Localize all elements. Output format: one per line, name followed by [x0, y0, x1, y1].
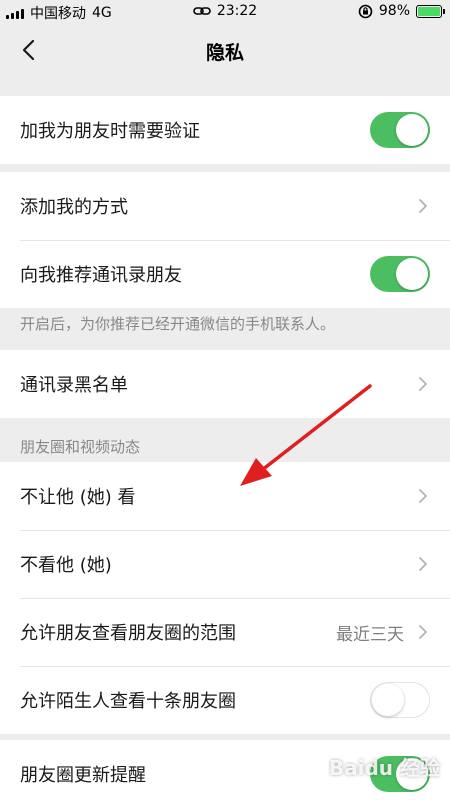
moments-range-row[interactable]: 允许朋友查看朋友圈的范围 最近三天	[0, 598, 450, 666]
blacklist-label: 通讯录黑名单	[20, 375, 128, 396]
clock: 23:22	[216, 3, 258, 19]
verify-label: 加我为朋友时需要验证	[20, 121, 200, 142]
blacklist-group: 通讯录黑名单	[0, 350, 450, 418]
chevron-right-icon	[419, 557, 427, 571]
page-title: 隐私	[205, 42, 244, 64]
recommend-row: 向我推荐通讯录朋友	[0, 240, 450, 308]
stranger-moments-label: 允许陌生人查看十条朋友圈	[20, 691, 236, 712]
rotation-lock-icon	[358, 4, 373, 18]
add-methods-row[interactable]: 添加我的方式	[0, 172, 450, 240]
update-reminder-label: 朋友圈更新提醒	[20, 765, 146, 786]
add-methods-label: 添加我的方式	[20, 197, 128, 218]
hide-my-moments-label: 不让他 (她) 看	[20, 487, 136, 508]
link-icon	[193, 7, 211, 15]
moments-range-label: 允许朋友查看朋友圈的范围	[20, 623, 236, 644]
chevron-right-icon	[419, 489, 427, 503]
chevron-right-icon	[419, 199, 427, 213]
verify-toggle[interactable]	[370, 112, 430, 148]
add-methods-group: 添加我的方式 向我推荐通讯录朋友	[0, 172, 450, 308]
verify-group: 加我为朋友时需要验证	[0, 96, 450, 164]
hide-their-moments-row[interactable]: 不看他 (她)	[0, 530, 450, 598]
watermark: Baidu 经验	[328, 756, 440, 780]
recommend-toggle[interactable]	[370, 256, 430, 292]
battery-percent: 98%	[378, 3, 410, 19]
recommend-label: 向我推荐通讯录朋友	[20, 265, 182, 286]
nav-bar: 隐私	[0, 24, 450, 78]
hide-their-moments-label: 不看他 (她)	[20, 555, 112, 576]
recommend-note: 开启后，为你推荐已经开通微信的手机联系人。	[20, 315, 336, 333]
battery-icon	[416, 4, 445, 18]
status-bar: 中国移动 4G 23:22 98%	[0, 0, 450, 24]
blacklist-row[interactable]: 通讯录黑名单	[0, 350, 450, 418]
verify-row: 加我为朋友时需要验证	[0, 96, 450, 164]
chevron-right-icon	[419, 625, 427, 639]
stranger-moments-toggle[interactable]	[370, 682, 430, 718]
moments-range-value: 最近三天	[336, 624, 404, 645]
chevron-right-icon	[419, 377, 427, 391]
moments-section-header: 朋友圈和视频动态	[20, 438, 141, 456]
stranger-moments-row: 允许陌生人查看十条朋友圈	[0, 666, 450, 734]
moments-group: 不让他 (她) 看 不看他 (她) 允许朋友查看朋友圈的范围 最近三天 允许陌生…	[0, 462, 450, 734]
hide-my-moments-row[interactable]: 不让他 (她) 看	[0, 462, 450, 530]
